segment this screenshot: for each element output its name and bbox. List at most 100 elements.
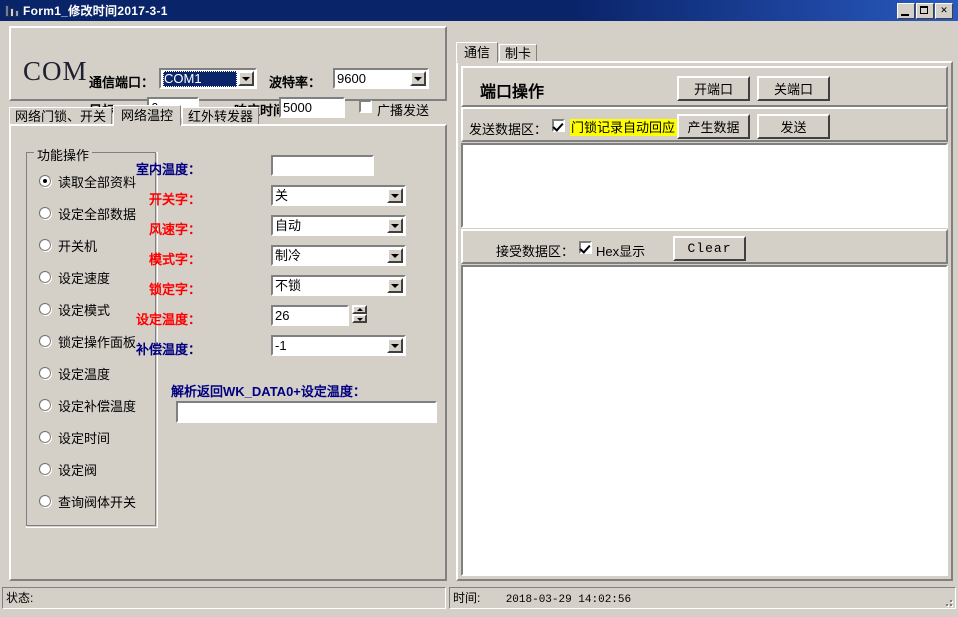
radio-power-switch[interactable]: 开关机: [39, 237, 97, 253]
chevron-down-icon[interactable]: [238, 71, 254, 86]
maximize-button[interactable]: [916, 3, 934, 19]
switch-word-value: 关: [275, 188, 386, 204]
radio-label: 查询阀体开关: [58, 492, 136, 511]
close-port-button[interactable]: 关端口: [757, 76, 830, 101]
compensate-temp-value: -1: [275, 338, 386, 354]
radio-dot-icon: [39, 239, 51, 251]
radio-set-time[interactable]: 设定时间: [39, 429, 110, 445]
port-label: 通信端口：: [89, 72, 154, 91]
baud-label: 波特率：: [269, 72, 321, 91]
radio-lock-panel[interactable]: 锁定操作面板: [39, 333, 136, 349]
compensate-temp-label: 补偿温度：: [127, 339, 201, 358]
radio-set-compensation-temp[interactable]: 设定补偿温度: [39, 397, 136, 413]
com-logo: COM: [23, 56, 88, 87]
chevron-down-icon[interactable]: [387, 248, 403, 263]
radio-label: 设定阀: [58, 460, 97, 479]
receive-data-label: 接受数据区：: [496, 241, 574, 260]
set-temp-stepper[interactable]: [352, 305, 367, 324]
hex-display-checkbox[interactable]: [579, 241, 592, 254]
radio-label: 设定模式: [58, 300, 110, 319]
baud-combo[interactable]: 9600: [333, 68, 429, 89]
compensate-temp-combo[interactable]: -1: [271, 335, 406, 356]
lock-word-label: 锁定字：: [141, 279, 201, 298]
radio-label: 锁定操作面板: [58, 332, 136, 351]
parse-result-input[interactable]: [176, 401, 437, 423]
radio-dot-icon: [39, 399, 51, 411]
building-icon: [4, 3, 20, 19]
receive-data-textarea[interactable]: [461, 265, 948, 576]
right-tab-row: 通信 制卡: [456, 42, 538, 63]
generate-data-button[interactable]: 产生数据: [677, 114, 750, 139]
tab-network-thermostat[interactable]: 网络温控: [113, 105, 181, 126]
chevron-down-icon[interactable]: [387, 278, 403, 293]
auto-reply-checkbox[interactable]: [552, 119, 565, 132]
indoor-temp-input[interactable]: [271, 155, 374, 176]
send-button[interactable]: 发送: [757, 114, 830, 139]
minimize-button[interactable]: [897, 3, 915, 19]
switch-word-label: 开关字：: [141, 189, 201, 208]
right-tab-body: 端口操作 开端口 关端口 发送数据区： 门锁记录自动回应 产生数据 发送 接受数…: [456, 61, 953, 581]
radio-label: 设定时间: [58, 428, 110, 447]
chevron-down-icon[interactable]: [410, 71, 426, 86]
status-time-label: 时间:: [453, 591, 480, 605]
parse-result-label: 解析返回WK_DATA0+设定温度：: [171, 381, 341, 400]
client-area: COM 通信端口： COM1 波特率： 9600 目标ID： 6 响应时间： 5…: [0, 21, 958, 617]
tab-communication[interactable]: 通信: [456, 42, 498, 63]
radio-label: 设定温度: [58, 364, 110, 383]
application-window: Form1_修改时间2017-3-1 ✕ COM 通信端口： COM1 波特率：…: [0, 0, 958, 617]
radio-dot-icon: [39, 175, 51, 187]
receive-data-bar: 接受数据区： Hex显示 Clear: [461, 229, 948, 264]
hex-display-label: Hex显示: [596, 241, 645, 260]
open-port-button[interactable]: 开端口: [677, 76, 750, 101]
mode-word-label: 模式字：: [141, 249, 201, 268]
function-group-title: 功能操作: [34, 145, 92, 164]
radio-dot-icon: [39, 431, 51, 443]
radio-dot-icon: [39, 207, 51, 219]
port-operation-bar: 端口操作 开端口 关端口: [461, 66, 948, 107]
right-panel: 通信 制卡 端口操作 开端口 关端口 发送数据区： 门锁记录自动回应 产生数据 …: [456, 24, 955, 581]
mode-word-value: 制冷: [275, 248, 386, 264]
resize-grip-icon[interactable]: [938, 596, 952, 609]
status-state-label: 状态:: [6, 591, 33, 605]
radio-read-all-data[interactable]: 读取全部资料: [39, 173, 136, 189]
send-data-bar: 发送数据区： 门锁记录自动回应 产生数据 发送: [461, 107, 948, 142]
window-title: Form1_修改时间2017-3-1: [23, 2, 168, 19]
radio-query-valve-switch[interactable]: 查询阀体开关: [39, 493, 136, 509]
left-panel: COM 通信端口： COM1 波特率： 9600 目标ID： 6 响应时间： 5…: [3, 24, 451, 581]
radio-set-valve[interactable]: 设定阀: [39, 461, 97, 477]
send-data-textarea[interactable]: [461, 143, 948, 228]
switch-word-combo[interactable]: 关: [271, 185, 406, 206]
stepper-up-icon[interactable]: [352, 305, 367, 314]
status-time-value: 2018-03-29 14:02:56: [506, 594, 631, 606]
set-temp-input[interactable]: 26: [271, 305, 349, 326]
port-combo[interactable]: COM1: [159, 68, 257, 89]
clear-button[interactable]: Clear: [673, 236, 746, 261]
left-tab-strip: 网络门锁、开关 网络温控 红外转发器 功能操作 读取全部资料: [9, 105, 447, 581]
radio-dot-icon: [39, 367, 51, 379]
send-data-label: 发送数据区：: [469, 119, 547, 138]
close-button[interactable]: ✕: [935, 3, 953, 19]
port-combo-value: COM1: [163, 71, 237, 87]
left-tab-body: 功能操作 读取全部资料 设定全部数据 开关机: [9, 124, 447, 581]
baud-combo-value: 9600: [337, 71, 409, 87]
title-bar: Form1_修改时间2017-3-1 ✕: [0, 0, 958, 21]
radio-set-all-data[interactable]: 设定全部数据: [39, 205, 136, 221]
radio-set-mode[interactable]: 设定模式: [39, 301, 110, 317]
stepper-down-icon[interactable]: [352, 314, 367, 323]
chevron-down-icon[interactable]: [387, 218, 403, 233]
radio-dot-icon: [39, 271, 51, 283]
chevron-down-icon[interactable]: [387, 338, 403, 353]
radio-label: 设定全部数据: [58, 204, 136, 223]
fan-speed-combo[interactable]: 自动: [271, 215, 406, 236]
chevron-down-icon[interactable]: [387, 188, 403, 203]
left-tab-row: 网络门锁、开关 网络温控 红外转发器: [9, 105, 447, 126]
lock-word-combo[interactable]: 不锁: [271, 275, 406, 296]
fan-speed-value: 自动: [275, 218, 386, 234]
port-operation-title: 端口操作: [480, 78, 544, 102]
mode-word-combo[interactable]: 制冷: [271, 245, 406, 266]
radio-label: 设定速度: [58, 268, 110, 287]
radio-set-temperature[interactable]: 设定温度: [39, 365, 110, 381]
lock-word-value: 不锁: [275, 278, 386, 294]
auto-reply-label: 门锁记录自动回应: [570, 117, 677, 136]
radio-set-speed[interactable]: 设定速度: [39, 269, 110, 285]
